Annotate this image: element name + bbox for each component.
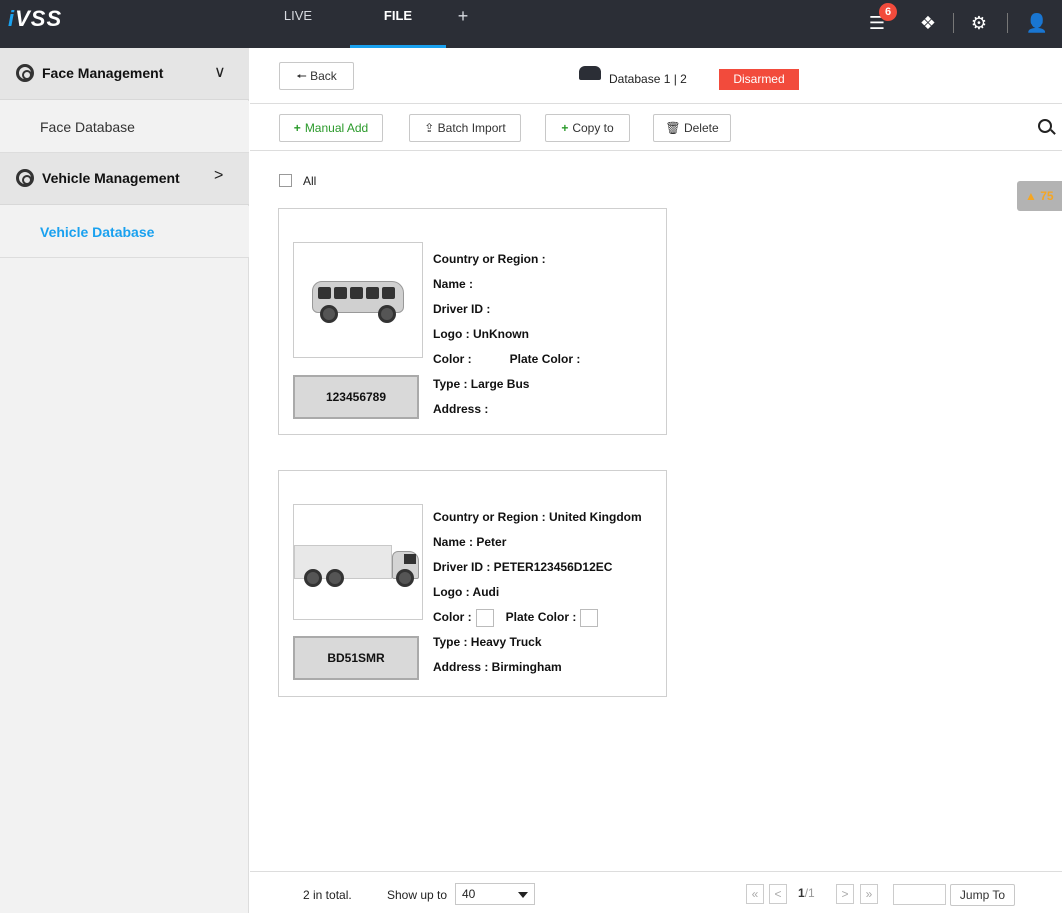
color-swatch [475,608,494,627]
sidebar-group-vehicle-management[interactable]: Vehicle Management > [0,153,249,205]
vehicle-info: Country or Region : Name : Driver ID : L… [433,247,580,422]
address-field: Address : Birmingham [433,660,562,674]
caret-down-icon [518,892,528,898]
sidebar-item-face-database[interactable]: Face Database [0,101,249,153]
vehicle-info: Country or Region : United Kingdom Name … [433,505,642,680]
show-up-to-label: Show up to [387,888,448,902]
wheel [396,569,414,587]
top-bar: iVSS LIVE FILE + ☰ 6 ❖ ⚙ 👤 [0,0,1062,48]
plate-color-swatch [580,608,599,627]
gear-icon [16,64,34,82]
select-all-checkbox[interactable] [279,174,292,187]
color-field: Color : [433,610,472,624]
jump-page-input[interactable] [893,884,946,905]
page-indicator: 1/1 [798,886,815,900]
import-icon: ⇪ [424,121,438,135]
back-arrow-icon: 🠔 [296,69,311,83]
separator [953,13,954,33]
truck-window [404,554,416,564]
toolbar: + Manual Add ⇪ Batch Import + Copy to 🗑 De… [250,105,1062,151]
search-icon[interactable] [1038,119,1052,133]
driver-id-field: Driver ID : [433,302,491,316]
select-all-label: All [303,174,317,188]
color-row: Color : Plate Color : [433,605,642,630]
sidebar-group-label: Face Management [42,65,164,81]
copy-to-button[interactable]: + Copy to [545,114,630,142]
back-button[interactable]: 🠔 Back [279,62,354,90]
gear-icon [16,169,34,187]
layout-icon[interactable]: ❖ [917,12,939,34]
user-menu-icon[interactable]: 👤 [1022,12,1052,34]
delete-button[interactable]: 🗑 Delete [653,114,731,142]
add-tab-button[interactable]: + [450,0,476,48]
tab-file[interactable]: FILE [350,0,446,48]
status-badge: Disarmed [719,69,799,90]
license-plate: BD51SMR [293,636,419,680]
plate-color-field: Plate Color : [509,352,581,366]
app-logo: iVSS [8,6,63,31]
bus-window [382,287,395,299]
bus-window [334,287,347,299]
batch-import-button[interactable]: ⇪ Batch Import [409,114,521,142]
vehicle-thumbnail [293,242,423,358]
driver-id-field: Driver ID : PETER123456D12EC [433,560,613,574]
chevron-right-icon: > [214,167,224,184]
logo-field: Logo : Audi [433,585,500,599]
wheel [326,569,344,587]
type-field: Type : Heavy Truck [433,635,542,649]
separator [1007,13,1008,33]
alarm-indicator[interactable]: ▲ 75 [1017,181,1062,211]
country-field: Country or Region : [433,252,546,266]
name-field: Name : Peter [433,535,507,549]
bus-window [366,287,379,299]
bus-window [350,287,363,299]
jump-to-button[interactable]: Jump To [950,884,1015,906]
trash-icon: 🗑 [665,121,684,135]
vehicle-card[interactable]: 123456789 Country or Region : Name : Dri… [278,208,667,435]
plus-icon: + [561,121,569,135]
next-page-button[interactable]: > [836,884,854,904]
type-field: Type : Large Bus [433,377,530,391]
notification-badge: 6 [879,3,897,21]
license-plate: 123456789 [293,375,419,419]
plate-color-field: Plate Color : [505,610,577,624]
wheel [304,569,322,587]
total-count: 2 in total. [303,888,352,902]
vehicle-thumbnail [293,504,423,620]
sidebar-group-face-management[interactable]: Face Management ∨ [0,48,249,100]
car-icon [579,66,601,80]
address-field: Address : [433,402,489,416]
page-size-select[interactable]: 40 [455,883,535,905]
sidebar: Face Management ∨ Face Database Vehicle … [0,48,249,913]
wheel [378,305,396,323]
plus-icon: + [293,121,301,135]
pagination-footer: 2 in total. Show up to 40 « < 1/1 > » Ju… [250,871,1062,913]
country-field: Country or Region : United Kingdom [433,510,642,524]
sidebar-group-label: Vehicle Management [42,170,180,186]
wheel [320,305,338,323]
manual-add-button[interactable]: + Manual Add [279,114,383,142]
database-label: Database 1 | 2 [609,72,687,86]
sidebar-item-vehicle-database[interactable]: Vehicle Database [0,206,249,258]
name-field: Name : [433,277,474,291]
logo-field: Logo : UnKnown [433,327,529,341]
prev-page-button[interactable]: < [769,884,787,904]
settings-icon[interactable]: ⚙ [968,12,990,34]
first-page-button[interactable]: « [746,884,764,904]
page-header: 🠔 Back Database 1 | 2 Disarmed [250,48,1062,104]
bus-window [318,287,331,299]
vehicle-card[interactable]: BD51SMR Country or Region : United Kingd… [278,470,667,697]
color-row: Color : Plate Color : [433,347,580,372]
color-field: Color : [433,352,472,366]
tab-live[interactable]: LIVE [270,0,326,48]
last-page-button[interactable]: » [860,884,878,904]
chevron-down-icon: ∨ [214,64,226,81]
